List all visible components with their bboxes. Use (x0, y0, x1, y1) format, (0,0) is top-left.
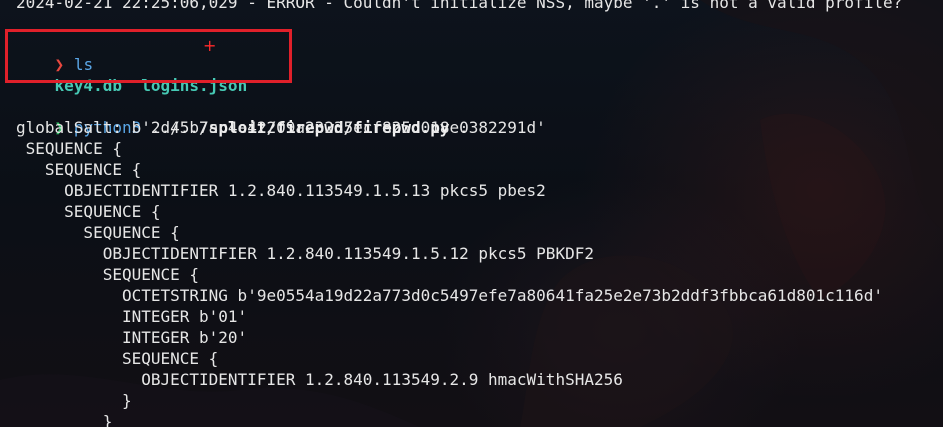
output-line: globalSalt: b'2d45b7ac4e42209a23235ecf82… (16, 118, 546, 137)
highlight-annotation-box (5, 29, 292, 83)
output-line: SEQUENCE { (16, 265, 200, 284)
output-line: OBJECTIDENTIFIER 1.2.840.113549.2.9 hmac… (16, 370, 623, 389)
output-line: SEQUENCE { (16, 223, 180, 242)
prompt-line-python: ❯ python3 ../../sploit/firepwd/firepwd.p… (16, 96, 469, 137)
output-line: INTEGER b'01' (16, 307, 248, 326)
output-line: } (16, 412, 113, 427)
output-line: OCTETSTRING b'9e0554a19d22a773d0c5497efe… (16, 286, 883, 305)
output-line: SEQUENCE { (16, 202, 161, 221)
output-line: INTEGER b'20' (16, 328, 248, 347)
crosshair-cursor-icon: + (203, 36, 217, 55)
output-line: SEQUENCE { (16, 139, 122, 158)
output-line: OBJECTIDENTIFIER 1.2.840.113549.1.5.12 p… (16, 244, 594, 263)
output-line: } (16, 391, 132, 410)
output-line: SEQUENCE { (16, 160, 142, 179)
terminal-window[interactable]: 2024-02-21 22:25:06,029 - ERROR - Couldn… (0, 0, 943, 427)
output-line: OBJECTIDENTIFIER 1.2.840.113549.1.5.13 p… (16, 181, 546, 200)
error-log-line: 2024-02-21 22:25:06,029 - ERROR - Couldn… (16, 0, 903, 12)
output-line: SEQUENCE { (16, 349, 219, 368)
